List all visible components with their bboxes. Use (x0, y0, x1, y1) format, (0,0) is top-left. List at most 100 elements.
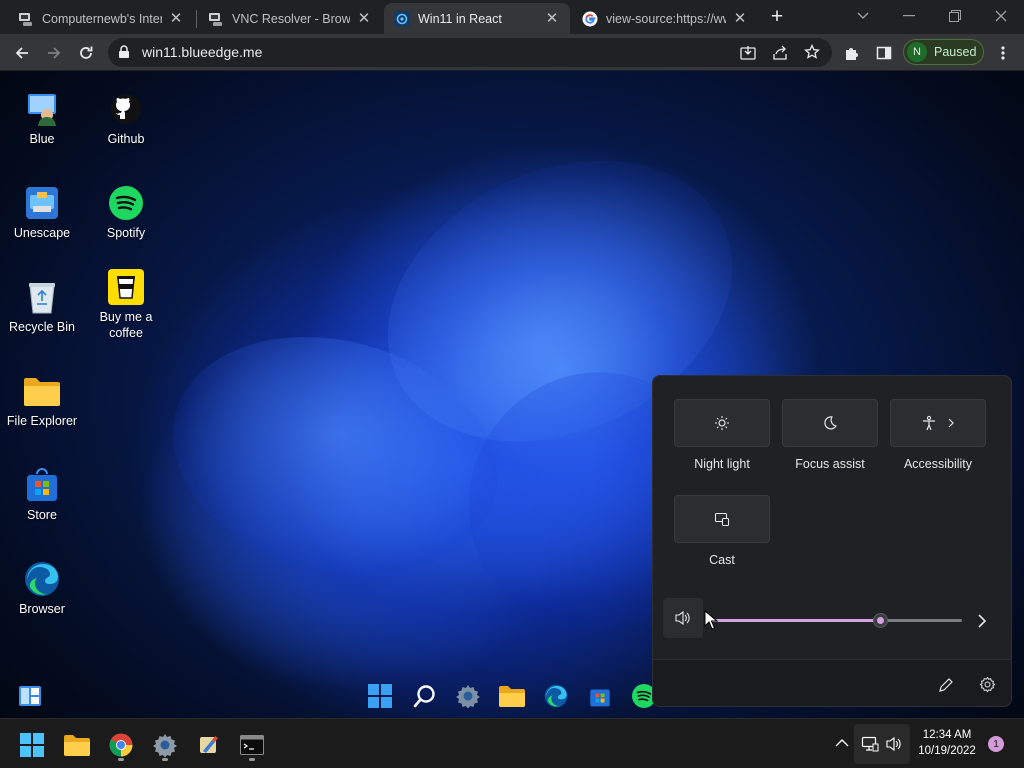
web-edge-button[interactable] (542, 682, 570, 710)
user-icon (24, 91, 60, 127)
edge-icon (544, 684, 568, 708)
taskbar-terminal[interactable] (232, 727, 272, 763)
close-icon[interactable]: ✕ (356, 10, 372, 27)
system-tray-network-volume[interactable] (854, 724, 910, 764)
tab-win11-react[interactable]: Win11 in React ✕ (384, 3, 570, 34)
volume-slider[interactable] (707, 613, 962, 628)
taskbar-chrome[interactable] (101, 727, 141, 763)
night-light-toggle[interactable] (674, 399, 770, 447)
speaker-icon (675, 610, 690, 626)
windows-taskbar: 12:34 AM 10/19/2022 1 (0, 718, 1024, 768)
moon-icon (824, 416, 837, 430)
web-file-explorer-button[interactable] (498, 682, 526, 710)
tab-view-source[interactable]: view-source:https://ww ✕ (572, 3, 758, 34)
focus-assist-toggle[interactable] (782, 399, 878, 447)
store-icon (24, 467, 60, 503)
close-window-button[interactable] (978, 0, 1024, 32)
volume-slider-thumb[interactable] (873, 613, 889, 628)
close-icon[interactable]: ✕ (168, 10, 184, 27)
widgets-button[interactable] (16, 682, 44, 710)
gear-icon[interactable] (979, 676, 996, 693)
desktop-icon-unescape[interactable]: Unescape (0, 185, 84, 241)
clock-date: 10/19/2022 (918, 745, 976, 757)
tab-title: Win11 in React (418, 11, 502, 26)
install-app-icon[interactable] (740, 45, 756, 61)
desktop-icon-label: Github (107, 132, 145, 146)
taskbar-paint-app[interactable] (189, 727, 229, 763)
close-icon[interactable]: ✕ (544, 10, 560, 27)
forward-button[interactable] (40, 39, 68, 67)
taskbar-file-explorer[interactable] (57, 727, 97, 763)
search-icon (413, 685, 435, 708)
minimize-button[interactable] (886, 0, 932, 32)
tile-label: Cast (709, 553, 735, 567)
close-icon[interactable]: ✕ (732, 10, 748, 27)
new-tab-button[interactable]: + (765, 6, 789, 30)
tile-label: Accessibility (903, 457, 973, 471)
cast-toggle[interactable] (674, 495, 770, 543)
desktop-icon-recycle-bin[interactable]: Recycle Bin (0, 279, 84, 335)
quick-settings-panel: Night light Focus assist Accessibility C… (652, 375, 1012, 707)
volume-mute-button[interactable] (663, 598, 703, 638)
gear-icon (153, 734, 177, 757)
restore-icon (949, 10, 961, 22)
tab-computernewb[interactable]: Computernewb's Intern ✕ (8, 3, 194, 34)
web-settings-button[interactable] (454, 682, 482, 710)
desktop-icon-browser[interactable]: Browser (0, 561, 84, 617)
coffee-cup-icon (108, 269, 144, 305)
windows-logo-icon (368, 684, 392, 708)
desktop-icon-spotify[interactable]: Spotify (84, 185, 168, 241)
accessibility-toggle[interactable] (890, 399, 986, 447)
chevron-down-icon (857, 12, 869, 19)
web-search-button[interactable] (411, 682, 439, 710)
quick-settings-footer (653, 659, 1011, 706)
windows-logo-icon (20, 733, 44, 757)
tab-separator (196, 10, 197, 28)
arrow-left-icon (15, 47, 28, 59)
chevron-up-icon[interactable] (835, 738, 849, 748)
side-panel-button[interactable] (870, 39, 898, 67)
web-store-button[interactable] (586, 682, 614, 710)
clock-button[interactable]: 12:34 AM 10/19/2022 (912, 727, 982, 763)
clock-time: 12:34 AM (922, 729, 972, 741)
web-start-button[interactable] (366, 682, 394, 710)
tab-title: Computernewb's Intern (42, 11, 162, 26)
restore-button[interactable] (932, 0, 978, 32)
desktop-icon-label: Recycle Bin (9, 320, 75, 334)
bookmark-star-icon[interactable] (804, 44, 820, 60)
brightness-icon (715, 416, 729, 430)
taskbar-settings[interactable] (145, 727, 185, 763)
arrow-right-icon (48, 47, 61, 59)
desktop-icon-label: Unescape (13, 226, 71, 240)
reload-button[interactable] (72, 39, 100, 67)
address-bar[interactable]: win11.blueedge.me (108, 38, 832, 67)
running-indicator (162, 758, 168, 761)
desktop-icon-buy-me-a-coffee[interactable]: Buy me a coffee (84, 269, 168, 341)
paint-icon (200, 736, 218, 753)
start-button[interactable] (12, 727, 52, 763)
mouse-cursor-icon (704, 610, 718, 630)
avatar: N (907, 42, 927, 62)
desktop-icon-label: Blue (29, 132, 55, 146)
vm-icon (19, 12, 32, 26)
chevron-right-icon (948, 418, 954, 428)
chrome-menu-button[interactable] (989, 39, 1017, 67)
more-vert-icon (1001, 46, 1005, 60)
desktop-icon-file-explorer[interactable]: File Explorer (0, 373, 84, 429)
notification-badge[interactable]: 1 (988, 736, 1004, 752)
desktop-icon-blue[interactable]: Blue (0, 91, 84, 147)
profile-button[interactable]: N Paused (903, 39, 984, 65)
folder-icon (64, 735, 90, 756)
tab-search-button[interactable] (840, 0, 886, 32)
screen: Computernewb's Intern ✕ VNC Resolver - B… (0, 0, 1024, 768)
extensions-button[interactable] (838, 39, 866, 67)
chevron-right-icon[interactable] (977, 614, 987, 628)
network-icon (861, 736, 879, 752)
desktop-icon-store[interactable]: Store (0, 467, 84, 523)
edit-pencil-icon[interactable] (938, 677, 954, 693)
desktop-icon-github[interactable]: Github (84, 91, 168, 147)
share-icon[interactable] (772, 45, 788, 61)
running-indicator (249, 758, 255, 761)
back-button[interactable] (8, 39, 36, 67)
tab-vnc-resolver[interactable]: VNC Resolver - Browse ✕ (198, 3, 382, 34)
